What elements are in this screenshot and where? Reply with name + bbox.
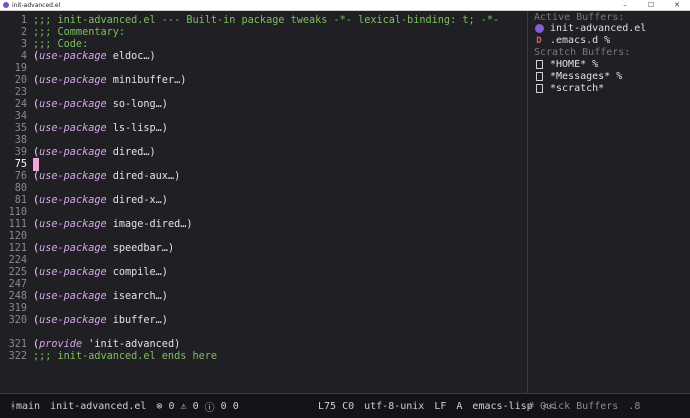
code-token: image-dired…) — [106, 219, 193, 230]
keyword-token: use-package — [39, 267, 107, 278]
info-icon: ⓘ — [198, 402, 221, 414]
code-token: ls-lisp…) — [106, 123, 168, 134]
keyword-token: use-package — [39, 291, 107, 302]
keyword-token: use-package — [39, 147, 107, 158]
git-branch[interactable]: main — [16, 401, 40, 412]
keyword-token: use-package — [39, 123, 107, 134]
line-content: (use-package image-dired…) — [33, 217, 192, 232]
code-token: minibuffer…) — [106, 75, 187, 86]
file-icon — [534, 72, 544, 82]
major-mode[interactable]: emacs-lisp — [472, 401, 532, 412]
line-number: 322 — [8, 351, 27, 362]
line-content: (use-package dired-x…) — [33, 193, 168, 208]
cursor-position: L75 C0 — [318, 400, 355, 412]
line-content: (use-package eldoc…) — [33, 49, 156, 64]
keyword-token: use-package — [39, 195, 107, 206]
buffer-label: *Messages* % — [550, 71, 623, 82]
extra-count: 0 — [232, 400, 239, 412]
buffer-item-init-advanced[interactable]: init-advanced.el — [534, 23, 646, 34]
code-token: speedbar…) — [106, 243, 175, 254]
file-icon — [534, 60, 544, 70]
code-token: eldoc…) — [106, 51, 156, 62]
buffer-label: *scratch* — [550, 83, 605, 94]
code-token: dired-aux…) — [106, 171, 181, 182]
line-content: (use-package minibuffer…) — [33, 73, 186, 88]
line-content: (use-package compile…) — [33, 265, 168, 280]
file-icon — [534, 84, 544, 94]
eol-type[interactable]: LF — [434, 401, 446, 412]
keyword-token: use-package — [39, 171, 107, 182]
close-button[interactable]: ✕ — [664, 1, 690, 9]
line-content: (use-package isearch…) — [33, 289, 168, 304]
mode-indicator: A — [456, 400, 463, 412]
warning-icon: ⚠ — [174, 400, 193, 412]
quick-buffers-label[interactable]: # Quick Buffers — [528, 401, 618, 412]
buffer-item-home[interactable]: *HOME* % — [534, 59, 598, 70]
emacs-app-icon — [3, 2, 9, 8]
buffer-label: init-advanced.el — [550, 23, 647, 34]
code-token: ibuffer…) — [106, 315, 168, 326]
code-token: so-long…) — [106, 99, 168, 110]
line-content: (use-package ls-lisp…) — [33, 121, 168, 136]
emacs-icon — [534, 24, 544, 34]
line-content: (use-package dired…) — [33, 145, 156, 160]
keyword-token: use-package — [39, 75, 107, 86]
line-content: (use-package so-long…) — [33, 97, 168, 112]
code-token: dired-x…) — [106, 195, 168, 206]
line-content: ;;; init-advanced.el ends here — [33, 349, 217, 364]
comment-token: ;;; init-advanced.el ends here — [33, 351, 218, 362]
quick-buffers-num: .8 — [628, 400, 641, 412]
buffer-label: *HOME* % — [550, 59, 599, 70]
code-line[interactable]: 322 ;;; init-advanced.el ends here — [0, 349, 217, 364]
buffer-item-messages[interactable]: *Messages* % — [534, 71, 622, 82]
error-icon: ⊗ — [156, 400, 169, 412]
line-content: (use-package speedbar…) — [33, 241, 174, 256]
keyword-token: use-package — [39, 219, 107, 230]
line-content: (use-package ibuffer…) — [33, 313, 168, 328]
line-content: (use-package dired-aux…) — [33, 169, 180, 184]
mode-line: ᚼ main init-advanced.el ⊗ 0 ⚠ 0 ⓘ 0 0 L7… — [0, 393, 690, 418]
keyword-token: use-package — [39, 315, 107, 326]
editor-pane[interactable]: 1;;; init-advanced.el --- Built-in packa… — [0, 11, 527, 393]
scratch-buffers-header: Scratch Buffers: — [534, 47, 631, 58]
minimize-button[interactable]: – — [612, 1, 638, 9]
code-token: compile…) — [106, 267, 168, 278]
keyword-token: use-package — [39, 243, 107, 254]
window-controls: – ☐ ✕ — [612, 1, 690, 9]
dired-icon: D — [536, 35, 542, 46]
active-buffers-header: Active Buffers: — [534, 12, 625, 23]
buffer-label: .emacs.d % — [550, 35, 611, 46]
buffer-sidebar: Active Buffers: init-advanced.el D .emac… — [528, 11, 690, 393]
window-titlebar: init-advanced.el – ☐ ✕ — [0, 0, 690, 11]
code-token: isearch…) — [106, 291, 168, 302]
encoding[interactable]: utf-8-unix — [364, 401, 424, 412]
code-token: dired…) — [106, 147, 156, 158]
buffer-item-emacs-d[interactable]: D .emacs.d % — [534, 35, 610, 46]
window-title: init-advanced.el — [12, 1, 61, 9]
buffer-file-name[interactable]: init-advanced.el — [50, 401, 146, 412]
keyword-token: use-package — [39, 51, 107, 62]
maximize-button[interactable]: ☐ — [638, 1, 664, 9]
buffer-item-scratch[interactable]: *scratch* — [534, 83, 604, 94]
keyword-token: use-package — [39, 99, 107, 110]
